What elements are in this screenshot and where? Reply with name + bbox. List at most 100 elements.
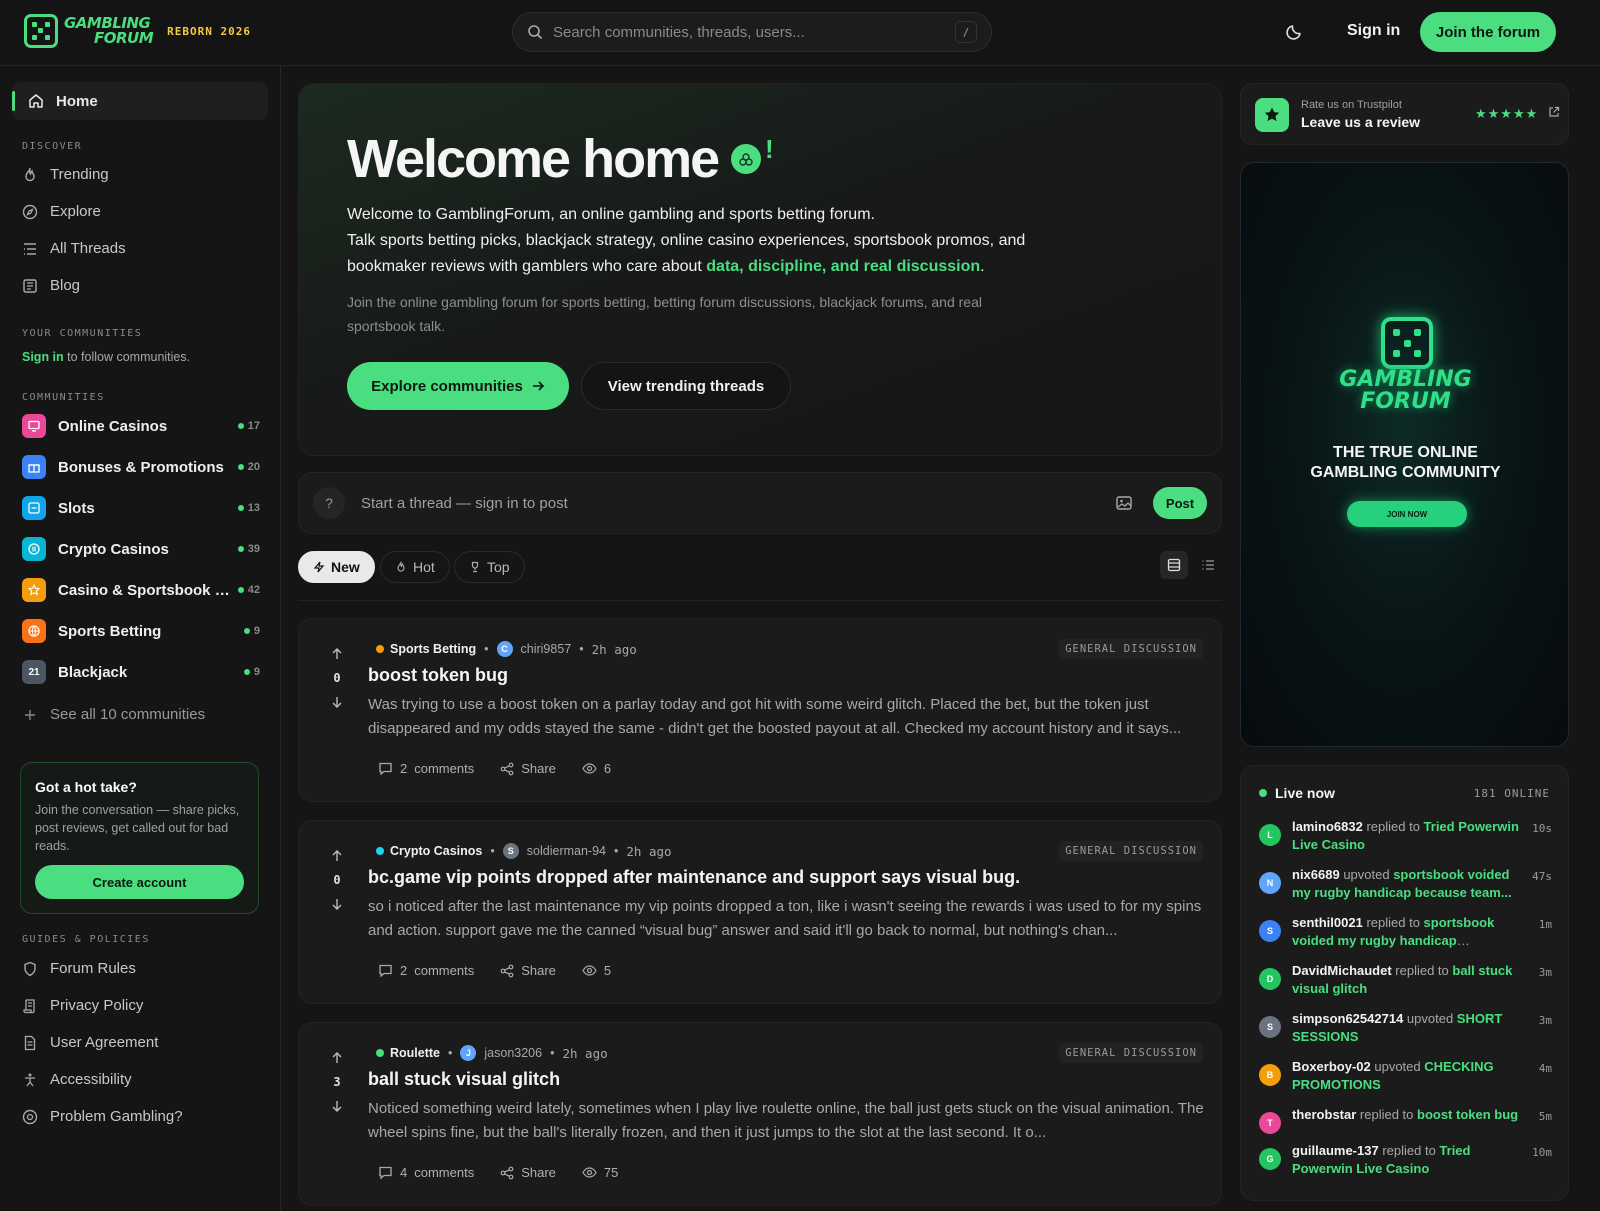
- thread-author[interactable]: soldierman-94: [527, 844, 606, 858]
- thread-community[interactable]: Crypto Casinos: [376, 844, 482, 858]
- thread-title[interactable]: bc.game vip points dropped after mainten…: [368, 867, 1020, 888]
- banner-tagline: THE TRUE ONLINE GAMBLING COMMUNITY: [1241, 443, 1568, 483]
- nav-explore[interactable]: Explore: [22, 203, 101, 220]
- nav-home[interactable]: Home: [12, 82, 268, 120]
- thread-author[interactable]: jason3206: [484, 1046, 542, 1060]
- share-button[interactable]: Share: [500, 761, 556, 776]
- see-all-communities-link[interactable]: See all 10 communities: [22, 706, 205, 723]
- sidebar-sign-in-link[interactable]: Sign in: [22, 350, 64, 364]
- search-input[interactable]: Search communities, threads, users... /: [512, 12, 992, 52]
- thread-excerpt: Was trying to use a boost token on a par…: [368, 696, 1182, 737]
- downvote-arrow-icon[interactable]: [330, 1099, 344, 1113]
- create-account-button[interactable]: Create account: [35, 865, 244, 899]
- card-view-icon[interactable]: [1160, 551, 1188, 579]
- activity-item[interactable]: S senthil0021 replied to sportsbook void…: [1259, 914, 1552, 950]
- user-avatar: S: [1259, 1016, 1281, 1038]
- user-avatar: T: [1259, 1112, 1281, 1134]
- explore-communities-button[interactable]: Explore communities: [347, 362, 569, 410]
- activity-time: 3m: [1538, 1014, 1552, 1027]
- comments-button[interactable]: 4 comments: [378, 1165, 474, 1180]
- activity-user: therobstar: [1292, 1107, 1357, 1122]
- thread-author[interactable]: chiri9857: [521, 642, 572, 656]
- community-casino-sportsbook-reviews[interactable]: Casino & Sportsbook R... 42: [22, 578, 260, 602]
- nav-user-agreement[interactable]: User Agreement: [22, 1034, 158, 1051]
- filter-top[interactable]: Top: [454, 551, 525, 583]
- activity-user: nix6689: [1292, 867, 1340, 882]
- view-trending-threads-button[interactable]: View trending threads: [581, 362, 791, 410]
- thread-time: 2h ago: [591, 641, 637, 657]
- nav-forum-rules[interactable]: Forum Rules: [22, 960, 136, 977]
- coin-icon: [22, 537, 46, 561]
- community-slots[interactable]: Slots 13: [22, 496, 260, 520]
- vote-widget: 3: [329, 1051, 345, 1113]
- share-button[interactable]: Share: [500, 1165, 556, 1180]
- downvote-arrow-icon[interactable]: [330, 897, 344, 911]
- thread-community[interactable]: Sports Betting: [376, 642, 476, 656]
- thread-composer[interactable]: ? Start a thread — sign in to post Post: [298, 472, 1222, 534]
- post-button[interactable]: Post: [1153, 487, 1207, 519]
- filter-top-label: Top: [487, 559, 510, 575]
- community-bonuses-promotions[interactable]: Bonuses & Promotions 20: [22, 455, 260, 479]
- comment-icon: [379, 1166, 392, 1180]
- share-icon: [500, 762, 514, 775]
- activity-item[interactable]: S simpson62542714 upvoted SHORT SESSIONS…: [1259, 1010, 1552, 1046]
- comments-button[interactable]: 2 comments: [378, 963, 474, 978]
- nav-accessibility[interactable]: Accessibility: [22, 1071, 132, 1088]
- site-logo[interactable]: GAMBLING FORUM REBORN 2026: [24, 14, 251, 48]
- discover-heading: DISCOVER: [22, 141, 83, 152]
- nav-all-threads[interactable]: All Threads: [22, 240, 126, 257]
- filter-new[interactable]: New: [298, 551, 375, 583]
- activity-time: 10s: [1532, 822, 1552, 835]
- thread-title[interactable]: ball stuck visual glitch: [368, 1069, 560, 1090]
- upvote-arrow-icon[interactable]: [330, 849, 344, 863]
- activity-item[interactable]: T therobstar replied to boost token bug …: [1259, 1106, 1552, 1134]
- meta-separator: •: [614, 844, 619, 858]
- thread-community[interactable]: Roulette: [376, 1046, 440, 1060]
- nav-trending[interactable]: Trending: [22, 166, 109, 183]
- community-crypto-casinos[interactable]: Crypto Casinos 39: [22, 537, 260, 561]
- community-sports-betting[interactable]: Sports Betting 9: [22, 619, 260, 643]
- activity-item[interactable]: D DavidMichaudet replied to ball stuck v…: [1259, 962, 1552, 998]
- theme-toggle-moon-icon[interactable]: [1285, 21, 1305, 41]
- thread-card[interactable]: 3 Roulette • J jason3206 • 2h ago GENERA…: [298, 1022, 1222, 1206]
- thread-title[interactable]: boost token bug: [368, 665, 508, 686]
- activity-item[interactable]: B Boxerboy-02 upvoted CHECKING PROMOTION…: [1259, 1058, 1552, 1094]
- banner-tagline-1: THE TRUE ONLINE: [1333, 444, 1478, 461]
- activity-text: simpson62542714 upvoted SHORT SESSIONS: [1292, 1010, 1520, 1046]
- composer-placeholder[interactable]: Start a thread — sign in to post: [361, 495, 1115, 512]
- community-blackjack[interactable]: 21 Blackjack 9: [22, 660, 260, 684]
- nav-user-agreement-label: User Agreement: [50, 1034, 159, 1051]
- filter-hot[interactable]: Hot: [380, 551, 450, 583]
- nav-blog[interactable]: Blog: [22, 277, 80, 294]
- compact-view-icon[interactable]: [1194, 551, 1222, 579]
- image-upload-icon[interactable]: [1115, 494, 1133, 512]
- thread-card[interactable]: 0 Crypto Casinos • S soldierman-94 • 2h …: [298, 820, 1222, 1004]
- upvote-arrow-icon[interactable]: [330, 647, 344, 661]
- share-button[interactable]: Share: [500, 963, 556, 978]
- activity-item[interactable]: N nix6689 upvoted sportsbook voided my r…: [1259, 866, 1552, 902]
- thread-tag: GENERAL DISCUSSION: [1059, 639, 1203, 659]
- nav-problem-gambling[interactable]: Problem Gambling?: [22, 1108, 183, 1125]
- hot-take-card: Got a hot take? Join the conversation — …: [20, 762, 259, 914]
- activity-item[interactable]: L lamino6832 replied to Tried Powerwin L…: [1259, 818, 1552, 854]
- cards-icon-glyph: 21: [28, 666, 40, 678]
- nav-privacy-policy[interactable]: Privacy Policy: [22, 997, 143, 1014]
- activity-item[interactable]: G guillaume-137 replied to Tried Powerwi…: [1259, 1142, 1552, 1178]
- comments-button[interactable]: 2 comments: [378, 761, 474, 776]
- comments-label: comments: [414, 963, 475, 978]
- activity-target[interactable]: boost token bug: [1417, 1107, 1518, 1122]
- thread-actions: 2 comments Share 6: [378, 761, 611, 776]
- community-online-casinos[interactable]: Online Casinos 17: [22, 414, 260, 438]
- upvote-arrow-icon[interactable]: [330, 1051, 344, 1065]
- join-forum-button[interactable]: Join the forum: [1420, 12, 1556, 52]
- hero-intro: Welcome to GamblingForum, an online gamb…: [347, 202, 1067, 280]
- share-icon: [500, 1166, 514, 1179]
- downvote-arrow-icon[interactable]: [330, 695, 344, 709]
- activity-text: DavidMichaudet replied to ball stuck vis…: [1292, 962, 1520, 998]
- promo-banner[interactable]: GAMBLING FORUM THE TRUE ONLINE GAMBLING …: [1240, 162, 1569, 747]
- trustpilot-card[interactable]: Rate us on Trustpilot Leave us a review …: [1240, 83, 1569, 145]
- thread-card[interactable]: 0 Sports Betting • C chiri9857 • 2h ago …: [298, 618, 1222, 802]
- user-avatar: S: [1259, 920, 1281, 942]
- banner-join-button[interactable]: JOIN NOW: [1347, 501, 1467, 527]
- sign-in-link[interactable]: Sign in: [1347, 22, 1400, 40]
